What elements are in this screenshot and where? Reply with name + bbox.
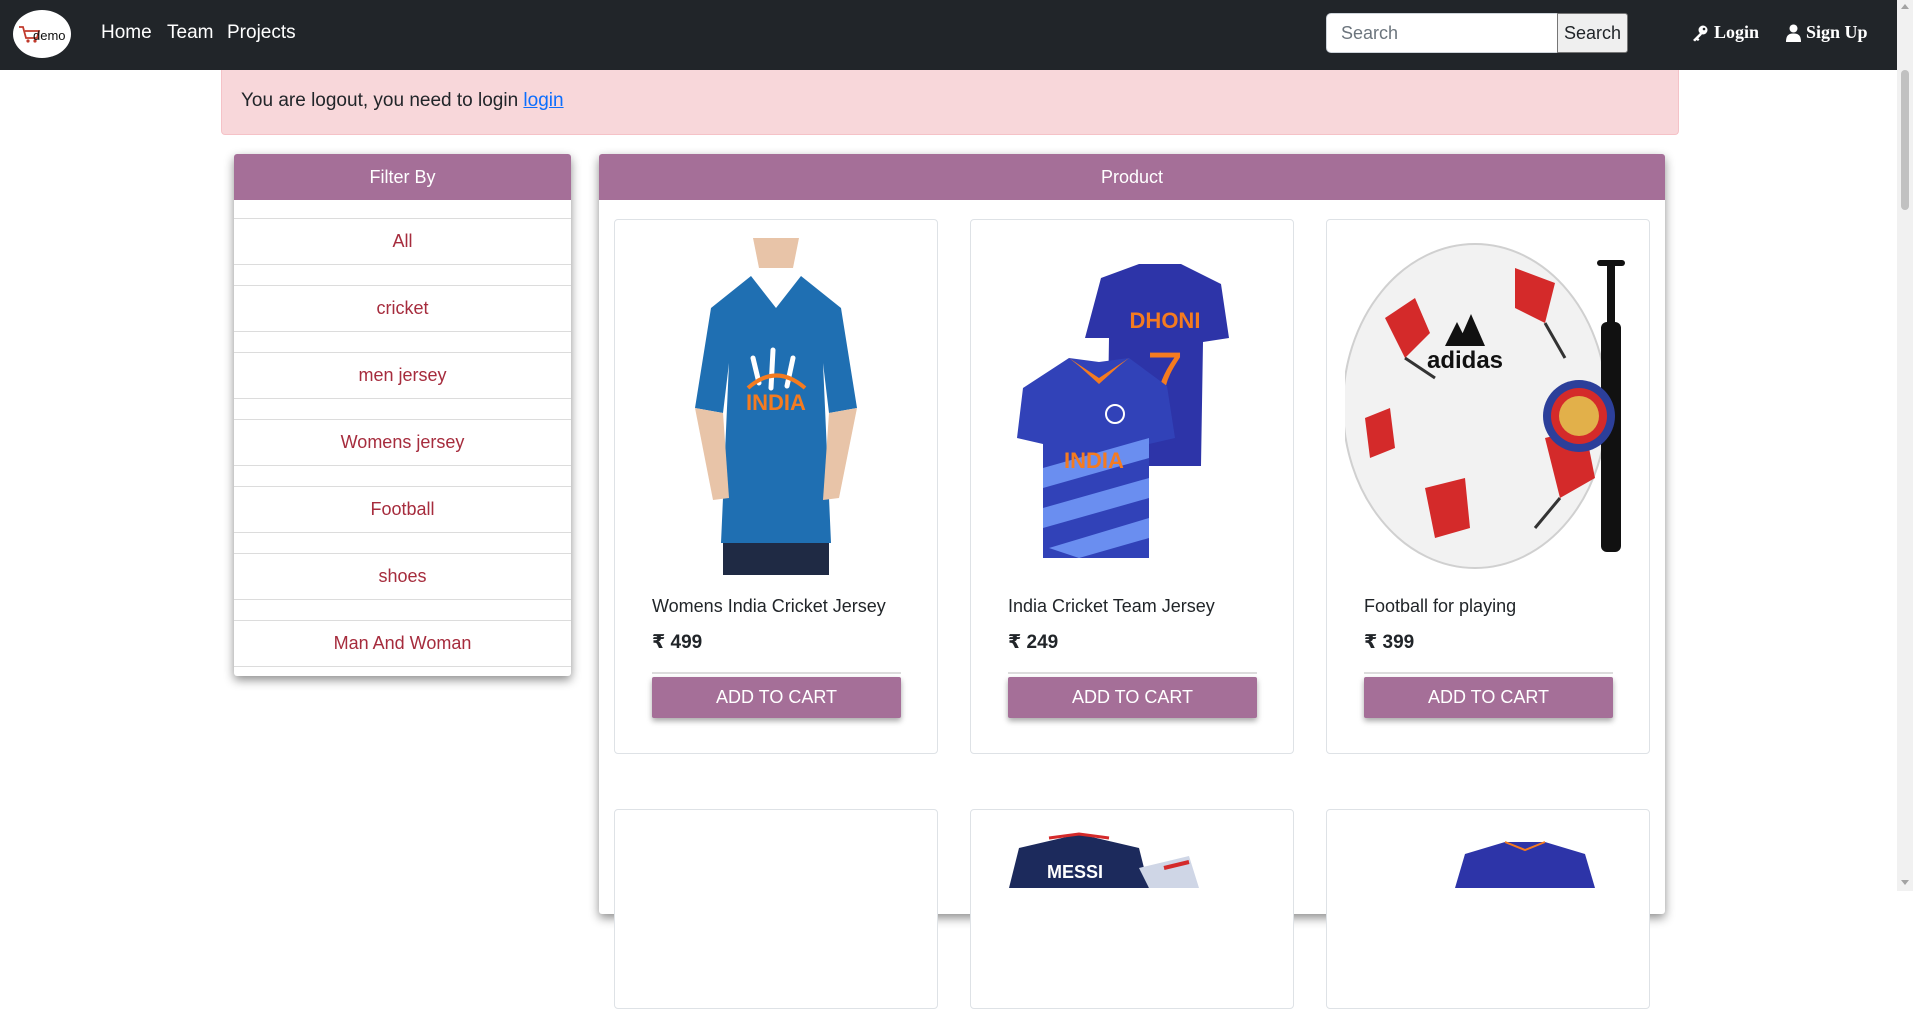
product-image-football[interactable]: adidas [1345,238,1631,575]
product-image-womens-tshirt[interactable]: INDIA [633,238,919,575]
key-icon [1693,25,1708,41]
card-divider [1008,672,1257,674]
card-divider [652,672,901,674]
scroll-up-arrow-icon[interactable] [1901,4,1909,9]
football-image: adidas [1345,238,1631,575]
jersey-image: DHONI 7 INDIA [989,238,1275,575]
product-price: ₹ 399 [1364,632,1415,653]
signup-link[interactable]: Sign Up [1786,22,1868,43]
filter-item-cricket[interactable]: cricket [234,285,571,332]
product-card: DHONI 7 INDIA India Cricket Team Jersey … [970,219,1294,754]
alert-message: You are logout, you need to login [241,90,524,111]
add-to-cart-button[interactable]: ADD TO CART [1008,677,1257,718]
alert-login-link[interactable]: login [523,90,563,111]
add-to-cart-button[interactable]: ADD TO CART [652,677,901,718]
product-panel: Product INDIA Womens India Cricket Jerse [599,154,1665,1009]
product-price: ₹ 499 [652,632,703,653]
product-title: Product [599,154,1665,200]
filter-item-man-and-woman[interactable]: Man And Woman [234,620,571,667]
scroll-down-arrow-icon[interactable] [1901,880,1909,885]
cart-logo-icon: demo [19,26,66,43]
filter-item-womens-jersey[interactable]: Womens jersey [234,419,571,466]
filter-panel: Filter By All cricket men jersey Womens … [234,154,571,676]
user-icon [1786,24,1801,42]
nav-link-team[interactable]: Team [167,22,213,44]
product-name: India Cricket Team Jersey [1008,596,1215,616]
filter-item-football[interactable]: Football [234,486,571,533]
product-card: INDIA Womens India Cricket Jersey ₹ 499 … [614,219,938,754]
signup-label: Sign Up [1806,22,1868,42]
brand-logo[interactable]: demo [13,10,71,58]
svg-text:DHONI: DHONI [1130,308,1201,333]
filter-item-all[interactable]: All [234,218,571,265]
scroll-thumb[interactable] [1901,70,1909,210]
product-price: ₹ 249 [1008,632,1059,653]
filter-item-men-jersey[interactable]: men jersey [234,352,571,399]
filter-list: All cricket men jersey Womens jersey Foo… [234,200,571,667]
filter-title: Filter By [234,154,571,200]
product-name: Football for playing [1364,596,1517,616]
product-card [614,809,938,1009]
navbar: demo Home Team Projects Search Login Sig… [0,0,1913,70]
page-scrollbar[interactable] [1897,0,1913,891]
product-image-blue-jersey[interactable] [1345,828,1631,888]
blue-jersey-image [1455,841,1595,888]
product-image-messi-jersey[interactable]: MESSI [989,828,1275,888]
product-card: adidas Football for playing ₹ 399 ADD TO… [1326,219,1650,754]
product-card: MESSI [970,809,1294,1009]
search-button[interactable]: Search [1557,13,1628,53]
svg-text:INDIA: INDIA [746,390,806,415]
messi-text: MESSI [1047,862,1103,882]
product-card [1326,809,1650,1009]
svg-text:adidas: adidas [1427,347,1503,374]
card-divider [1364,672,1613,674]
login-label: Login [1714,22,1760,42]
tshirt-image: INDIA [633,238,919,575]
filter-item-shoes[interactable]: shoes [234,553,571,600]
product-image-india-jersey[interactable]: DHONI 7 INDIA [989,238,1275,575]
nav-link-home[interactable]: Home [101,22,152,44]
messi-jersey-image: MESSI [1009,832,1199,888]
logout-alert: You are logout, you need to login login [221,70,1679,135]
login-link[interactable]: Login [1691,22,1759,43]
product-name: Womens India Cricket Jersey [652,596,886,616]
logo-text: demo [33,28,66,43]
nav-link-projects[interactable]: Projects [227,22,296,44]
svg-text:INDIA: INDIA [1064,448,1124,473]
add-to-cart-button[interactable]: ADD TO CART [1364,677,1613,718]
search-input[interactable] [1326,13,1558,53]
